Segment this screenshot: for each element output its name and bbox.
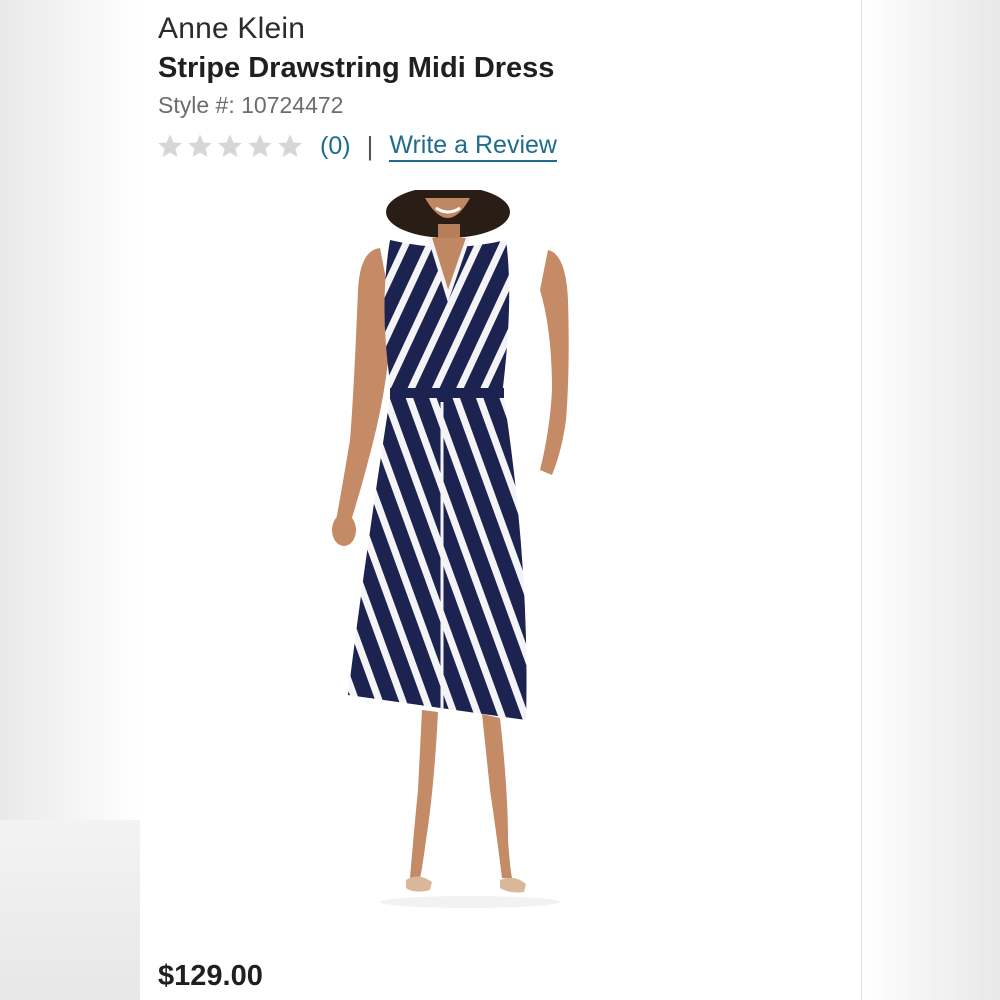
star-rating[interactable] xyxy=(156,132,304,160)
write-review-link[interactable]: Write a Review xyxy=(389,131,557,162)
background-right xyxy=(862,0,1000,1000)
star-icon xyxy=(218,134,242,157)
star-icon xyxy=(278,134,302,157)
style-number-row: Style #: 10724472 xyxy=(158,92,343,119)
star-icon xyxy=(188,134,212,157)
background-bottom-left xyxy=(0,820,140,1000)
product-price: $129.00 xyxy=(158,960,263,992)
product-title: Stripe Drawstring Midi Dress xyxy=(158,52,555,84)
star-icon xyxy=(248,134,272,157)
brand-name[interactable]: Anne Klein xyxy=(158,12,305,46)
product-panel: Anne Klein Stripe Drawstring Midi Dress … xyxy=(140,0,862,1000)
style-label: Style #: xyxy=(158,92,235,118)
style-number: 10724472 xyxy=(241,92,344,118)
rating-row: (0) | Write a Review xyxy=(156,128,557,164)
review-count-link[interactable]: (0) xyxy=(320,132,351,161)
product-photo[interactable] xyxy=(330,190,620,920)
star-icon xyxy=(158,134,182,157)
rating-separator: | xyxy=(366,130,374,161)
